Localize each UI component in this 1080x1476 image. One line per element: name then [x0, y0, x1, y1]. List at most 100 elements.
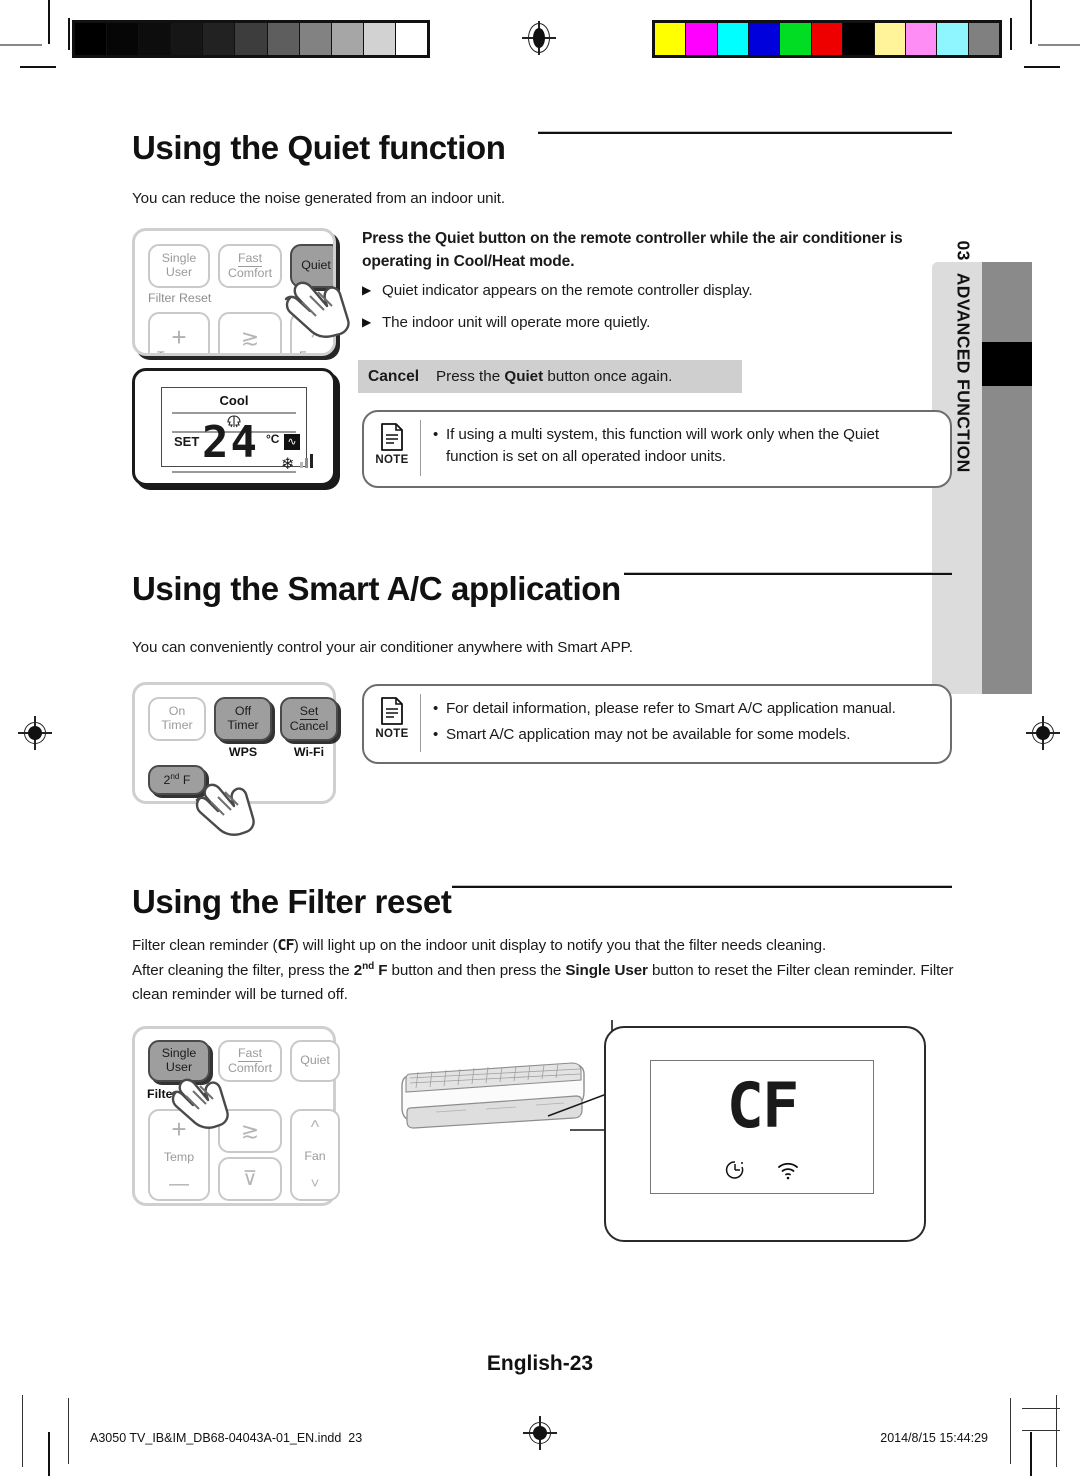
remote-button-fast-comfort-line1: Fast	[237, 250, 263, 267]
remote-label-filter-reset: Filter Reset	[148, 291, 212, 305]
cancel-description: Press the Quiet button once again.	[436, 368, 672, 385]
wifi-icon	[778, 1162, 798, 1180]
indoor-unit-screen: CF	[650, 1060, 874, 1194]
remote-button-temp-plus-label: +	[171, 1114, 187, 1144]
page-number-label: English-23	[486, 1352, 594, 1375]
remote-button-off-timer[interactable]: Off Timer	[214, 697, 272, 741]
indoor-unit-icon-row	[651, 1159, 873, 1181]
instruction-quiet-part1: Press the	[362, 230, 436, 247]
remote-button-quiet-label: Quiet	[301, 258, 331, 273]
remote-button-single-user[interactable]: Single User	[148, 244, 210, 288]
intro-quiet: You can reduce the noise generated from …	[132, 190, 506, 207]
cancel-label: Cancel	[368, 367, 420, 385]
remote-button-set-cancel-line2: Cancel	[289, 718, 329, 733]
heading-rule-quiet	[538, 131, 952, 134]
remote-button-single-user-line2: User	[165, 265, 193, 279]
heading-filter-reset: Using the Filter reset	[132, 883, 452, 920]
note-body-quiet: • If using a multi system, this function…	[433, 412, 950, 482]
remote-button-set-cancel-line1: Set	[299, 703, 319, 720]
bullet-item: ▶ Quiet indicator appears on the remote …	[362, 280, 942, 303]
remote-button-air-swing-vertical[interactable]: ≳	[218, 1109, 282, 1153]
remote-button-fast-comfort[interactable]: Fast Comfort	[218, 244, 282, 288]
note-divider	[420, 420, 421, 476]
air-swing-horizontal-icon: ⊽	[242, 1167, 258, 1190]
remote-button-quiet[interactable]: Quiet	[290, 244, 333, 288]
note-text: If using a multi system, this function w…	[446, 426, 879, 466]
air-swing-vertical-icon: ≳	[240, 1117, 260, 1143]
note-label: NOTE	[375, 454, 409, 466]
bullet-list-quiet: ▶ Quiet indicator appears on the remote …	[362, 280, 942, 344]
heading-rule-filter-reset	[452, 885, 952, 888]
intro-smart-ac: You can conveniently control your air co…	[132, 639, 633, 656]
remote-button-fast-comfort-line2: Comfort	[227, 1060, 273, 1075]
side-tab-black-marker	[982, 342, 1032, 386]
note-item: • For detail information, please refer t…	[433, 698, 934, 720]
lcd-fan-bars-icon	[300, 452, 313, 468]
remote-label-wifi: Wi-Fi	[293, 745, 325, 759]
remote-button-temp[interactable]: + Temp —	[148, 1109, 210, 1201]
paragraph2-single-user: Single User	[565, 962, 648, 980]
heading-rule-smart-ac	[624, 572, 952, 575]
remote-button-second-function[interactable]: 2nd F	[148, 765, 206, 795]
remote-button-single-user-line1: Single	[161, 251, 197, 266]
remote-button-on-timer[interactable]: On Timer	[148, 697, 206, 741]
cancel-desc-keyword: Quiet	[504, 368, 544, 385]
paragraph1-code: CF	[277, 936, 294, 954]
footer-file-name: A3050 TV_IB&IM_DB68-04043A-01_EN.indd	[90, 1431, 342, 1445]
bullet-text: Quiet indicator appears on the remote co…	[382, 282, 753, 299]
indoor-unit-display-panel: CF	[604, 1026, 926, 1242]
note-body-smart-ac: • For detail information, please refer t…	[433, 686, 950, 760]
lcd-screen: Cool SET 24 °C ∿ ❄	[161, 387, 313, 473]
remote-button-single-user-line1: Single	[161, 1046, 197, 1061]
remote-lcd-display: Cool SET 24 °C ∿ ❄	[132, 368, 336, 486]
remote-button-air-swing-horizontal[interactable]: ⊽	[218, 1157, 282, 1201]
remote-label-temp: Temp	[163, 1150, 195, 1165]
note-item: • Smart A/C application may not be avail…	[433, 724, 934, 746]
remote-button-on-timer-line2: Timer	[161, 718, 193, 732]
side-tab-title: ADVANCED FUNCTION	[953, 272, 974, 473]
remote-button-fast-comfort[interactable]: Fast Comfort	[218, 1040, 282, 1082]
remote-button-fan[interactable]: ^ Fan ˅	[290, 1109, 340, 1201]
triangle-bullet-icon: ▶	[362, 283, 372, 297]
dot-bullet-icon: •	[433, 726, 439, 744]
remote-button-single-user[interactable]: Single User	[148, 1040, 210, 1082]
note-text: For detail information, please refer to …	[446, 700, 896, 717]
lcd-temperature-value: 24	[202, 417, 259, 468]
remote-illustration-filter-reset: Single User Fast Comfort Quiet Filter Re…	[132, 1026, 340, 1206]
lcd-set-label: SET	[174, 434, 200, 449]
triangle-bullet-icon: ▶	[362, 314, 372, 329]
remote-label-fan: Fan	[299, 349, 321, 356]
paragraph1-part-a: Filter clean reminder (	[132, 937, 278, 954]
footer-timestamp: 2014/8/15 15:44:29	[880, 1431, 988, 1445]
note-icon-group: NOTE	[364, 686, 420, 740]
manual-page: 03 ADVANCED FUNCTION Using the Quiet func…	[0, 0, 1080, 1476]
remote-label-wps: WPS	[228, 745, 258, 759]
remote-illustration-smart-ac: On Timer Off Timer Set Cancel WPS Wi-Fi …	[132, 682, 338, 804]
remote-label-temp: Temp	[157, 349, 188, 356]
remote-button-fast-comfort-line2: Comfort	[227, 265, 273, 280]
remote-button-set-cancel[interactable]: Set Cancel	[280, 697, 338, 741]
air-swing-vertical-icon: ≳	[240, 324, 260, 350]
note-label: NOTE	[375, 728, 409, 740]
paragraph2-b2: F	[374, 962, 388, 980]
note-box-smart-ac: NOTE • For detail information, please re…	[362, 684, 952, 764]
side-tab-number: 03	[953, 240, 974, 261]
side-tab-text: 03 ADVANCED FUNCTION	[953, 241, 974, 601]
paragraph2-b1sup: nd	[362, 961, 375, 972]
remote-label-fan: Fan	[304, 1148, 326, 1163]
paragraph2-b1: 2	[353, 962, 363, 980]
remote-button-off-timer-line2: Timer	[227, 718, 259, 732]
indoor-unit-code: CF	[726, 1069, 800, 1142]
note-item: • If using a multi system, this function…	[433, 424, 934, 468]
side-tab-dark-strip	[982, 262, 1032, 694]
chevron-down-icon: ˅	[310, 1175, 320, 1193]
note-document-icon	[381, 423, 403, 451]
chevron-up-icon: ^	[310, 1117, 320, 1137]
remote-button-quiet[interactable]: Quiet	[290, 1040, 340, 1082]
footer-file-info: A3050 TV_IB&IM_DB68-04043A-01_EN.indd 23	[90, 1431, 362, 1445]
lcd-divider-3	[172, 471, 296, 473]
remote-button-on-timer-line1: On	[168, 704, 186, 719]
cancel-desc-after: button once again.	[543, 368, 673, 385]
chevron-up-icon: ^	[311, 326, 321, 349]
remote-button-air-swing-vertical[interactable]: ≳	[218, 312, 282, 353]
